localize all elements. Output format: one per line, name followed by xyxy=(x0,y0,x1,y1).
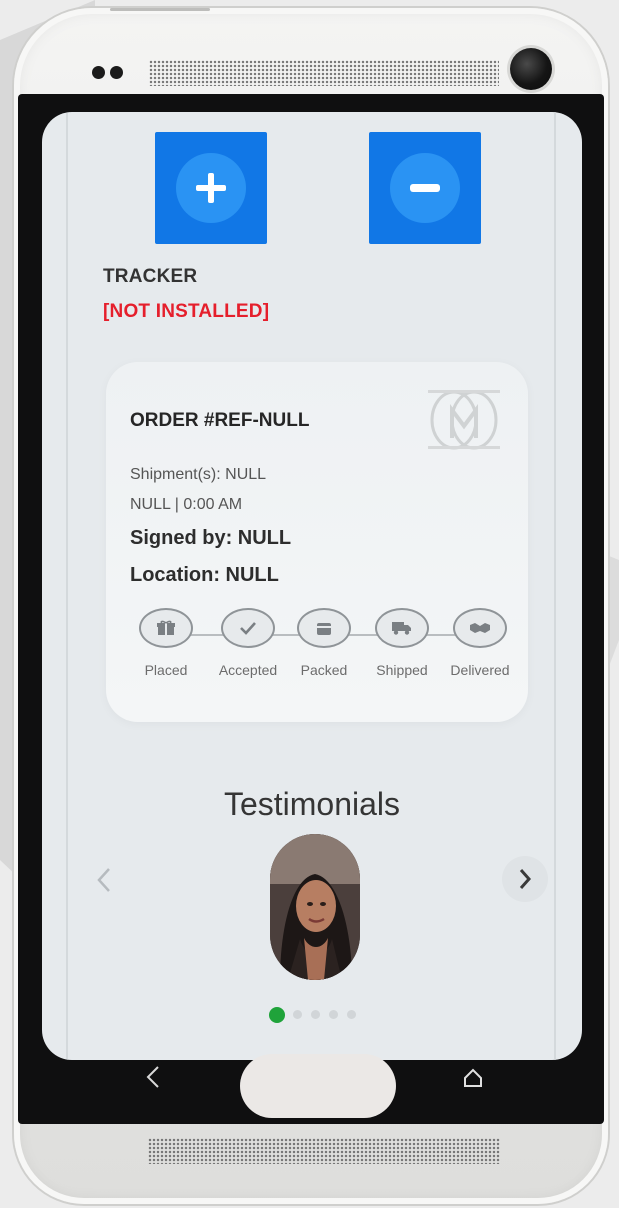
order-title: ORDER #REF-NULL xyxy=(130,410,310,431)
signed-by: Signed by: NULL xyxy=(130,527,292,549)
carousel-dot-1[interactable] xyxy=(269,1007,285,1023)
check-icon[interactable] xyxy=(221,608,275,648)
order-datetime: NULL | 0:00 AM xyxy=(130,496,243,513)
phone-edge-line xyxy=(110,8,210,11)
tracker-label: TRACKER xyxy=(103,266,198,287)
front-camera xyxy=(510,48,552,90)
screen-guide-right xyxy=(554,112,556,1060)
nav-home-button[interactable] xyxy=(459,1064,487,1092)
gift-icon[interactable] xyxy=(139,608,193,648)
step-shipped: Shipped xyxy=(362,608,442,678)
chevron-left-icon xyxy=(97,868,110,892)
carousel-indicators xyxy=(267,1007,367,1023)
carousel-dot-5[interactable] xyxy=(347,1010,356,1019)
step-packed: Packed xyxy=(284,608,364,678)
step-label-delivered: Delivered xyxy=(450,662,510,678)
testimonial-avatar xyxy=(270,834,360,980)
add-button[interactable] xyxy=(155,132,267,244)
step-label-placed: Placed xyxy=(144,662,188,678)
truck-icon[interactable] xyxy=(375,608,429,648)
carousel-dot-4[interactable] xyxy=(329,1010,338,1019)
box-icon[interactable] xyxy=(297,608,351,648)
step-placed: Placed xyxy=(126,608,206,678)
screen-guide-left xyxy=(66,112,68,1060)
physical-home-button[interactable] xyxy=(240,1054,396,1118)
top-speaker-grille xyxy=(149,60,499,86)
tracker-status: [NOT INSTALLED] xyxy=(103,301,270,322)
phone-face: TRACKER [NOT INSTALLED] ORDER #REF-NULL … xyxy=(18,94,604,1124)
plus-icon xyxy=(176,153,246,223)
back-arrow-icon xyxy=(146,1066,159,1088)
chevron-right-icon xyxy=(519,869,532,889)
remove-button[interactable] xyxy=(369,132,481,244)
order-card: ORDER #REF-NULL Shipment(s): NULL NULL |… xyxy=(106,362,528,722)
handshake-icon[interactable] xyxy=(453,608,507,648)
order-location: Location: NULL xyxy=(130,564,279,586)
nav-back-button[interactable] xyxy=(138,1062,168,1092)
step-label-accepted: Accepted xyxy=(218,662,278,678)
step-delivered: Delivered xyxy=(440,608,520,678)
shipment-count: Shipment(s): NULL xyxy=(130,466,267,483)
brand-logo-icon xyxy=(428,390,500,450)
carousel-prev-button[interactable] xyxy=(86,860,122,900)
carousel-next-button[interactable] xyxy=(502,856,548,902)
home-icon xyxy=(464,1068,482,1087)
app-screen: TRACKER [NOT INSTALLED] ORDER #REF-NULL … xyxy=(42,112,582,1060)
bottom-speaker-grille xyxy=(148,1138,500,1164)
phone-frame: TRACKER [NOT INSTALLED] ORDER #REF-NULL … xyxy=(14,8,608,1204)
step-label-shipped: Shipped xyxy=(376,662,428,678)
sensor-dots xyxy=(92,66,132,80)
carousel-dot-2[interactable] xyxy=(293,1010,302,1019)
step-label-packed: Packed xyxy=(300,662,348,678)
carousel-dot-3[interactable] xyxy=(311,1010,320,1019)
minus-icon xyxy=(390,153,460,223)
testimonials-heading: Testimonials xyxy=(223,786,401,822)
step-accepted: Accepted xyxy=(208,608,288,678)
